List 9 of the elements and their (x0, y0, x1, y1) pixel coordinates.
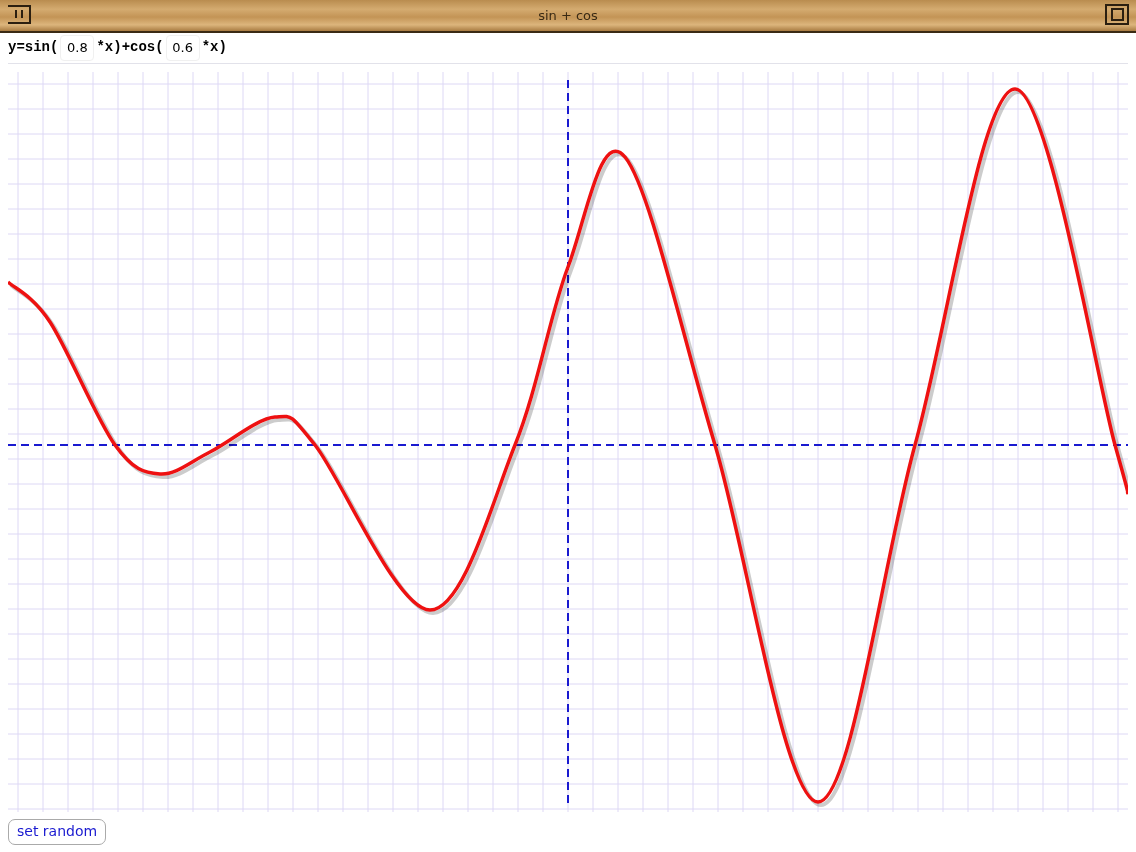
coefficient-field[interactable]: 0.8 (60, 34, 95, 61)
set-random-button[interactable]: set random (8, 819, 107, 845)
formula-text: *x) (201, 38, 227, 58)
pause-icon (6, 4, 32, 27)
window-title: sin + cos (538, 6, 598, 25)
formula-text: y=sin( (8, 38, 59, 58)
formula-text: *x)+cos( (96, 38, 164, 58)
coefficient-field[interactable]: 0.6 (165, 34, 200, 61)
square-icon (1104, 3, 1130, 28)
